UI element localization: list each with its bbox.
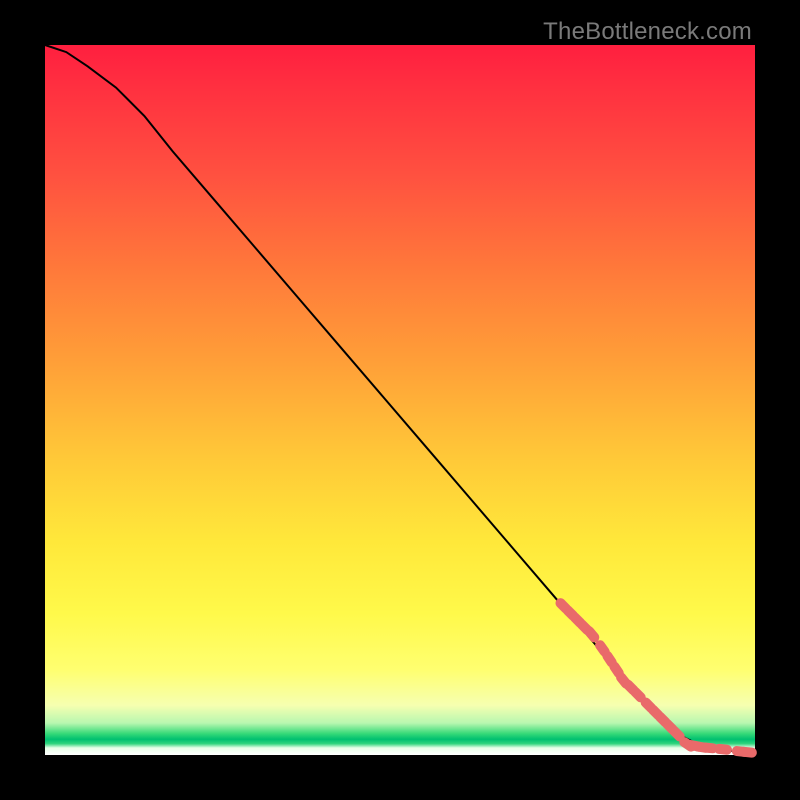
watermark-text: TheBottleneck.com xyxy=(543,18,752,46)
bottleneck-curve xyxy=(45,45,755,754)
curve-layer xyxy=(45,45,755,755)
plot-area xyxy=(45,45,755,755)
marker-group xyxy=(553,596,757,758)
data-marker xyxy=(714,743,733,755)
chart-stage: TheBottleneck.com xyxy=(0,0,800,800)
